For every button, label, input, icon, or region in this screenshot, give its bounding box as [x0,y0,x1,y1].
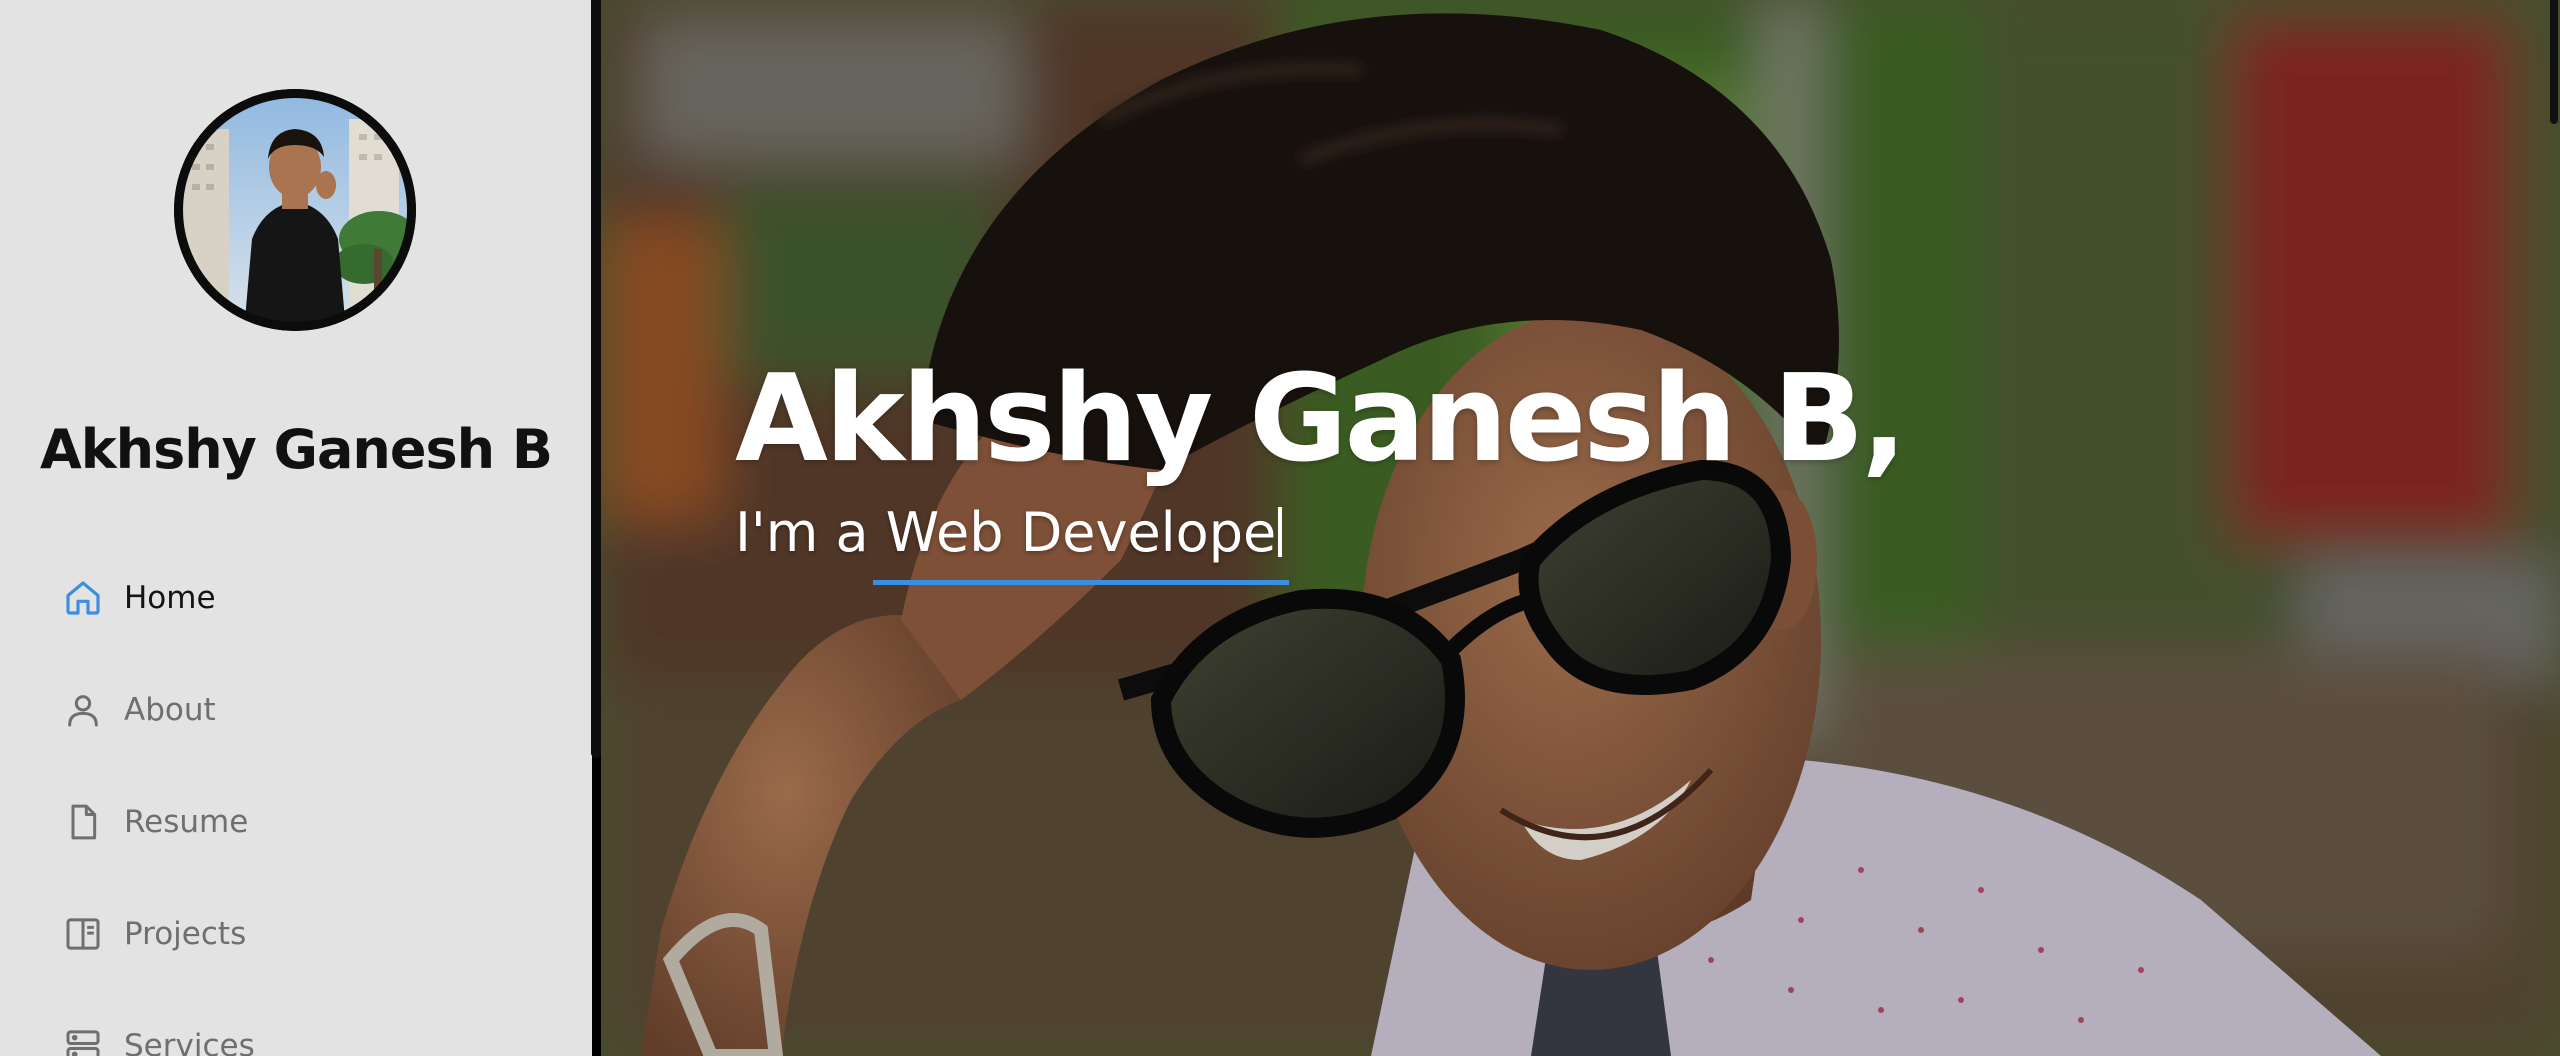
sidebar-item-home[interactable]: Home [62,568,216,628]
layout-icon [62,913,104,955]
hero-title: Akhshy Ganesh B, [735,350,1907,489]
avatar [174,89,416,331]
hero-text: Akhshy Ganesh B, I'm a Web Develope [735,350,1907,585]
page-scrollbar[interactable] [2550,0,2558,124]
hero-section: Akhshy Ganesh B, I'm a Web Develope [601,0,2560,1056]
sidebar-item-label: Services [124,1028,255,1056]
typing-cursor [1278,507,1283,557]
sidebar-item-services[interactable]: Services [62,1016,255,1056]
sidebar-item-label: Resume [124,804,249,840]
sidebar-item-label: About [124,692,216,728]
portfolio-page: Akhshy Ganesh B Home About Resume Projec… [0,0,2560,1056]
file-icon [62,801,104,843]
typed-text: I'm a Web Develope [735,501,1277,564]
typed-underline [873,580,1289,585]
home-icon [62,577,104,619]
sidebar: Akhshy Ganesh B Home About Resume Projec… [0,0,592,1056]
sidebar-scrollbar[interactable] [591,0,601,758]
profile-name: Akhshy Ganesh B [39,418,553,481]
sidebar-item-projects[interactable]: Projects [62,904,246,964]
hero-subtitle: I'm a Web Develope [735,506,1289,585]
person-icon [62,689,104,731]
server-icon [62,1025,104,1056]
avatar-image [174,89,416,331]
sidebar-item-label: Projects [124,916,247,952]
sidebar-item-label: Home [124,580,216,616]
sidebar-item-resume[interactable]: Resume [62,792,248,852]
sidebar-item-about[interactable]: About [62,680,216,740]
